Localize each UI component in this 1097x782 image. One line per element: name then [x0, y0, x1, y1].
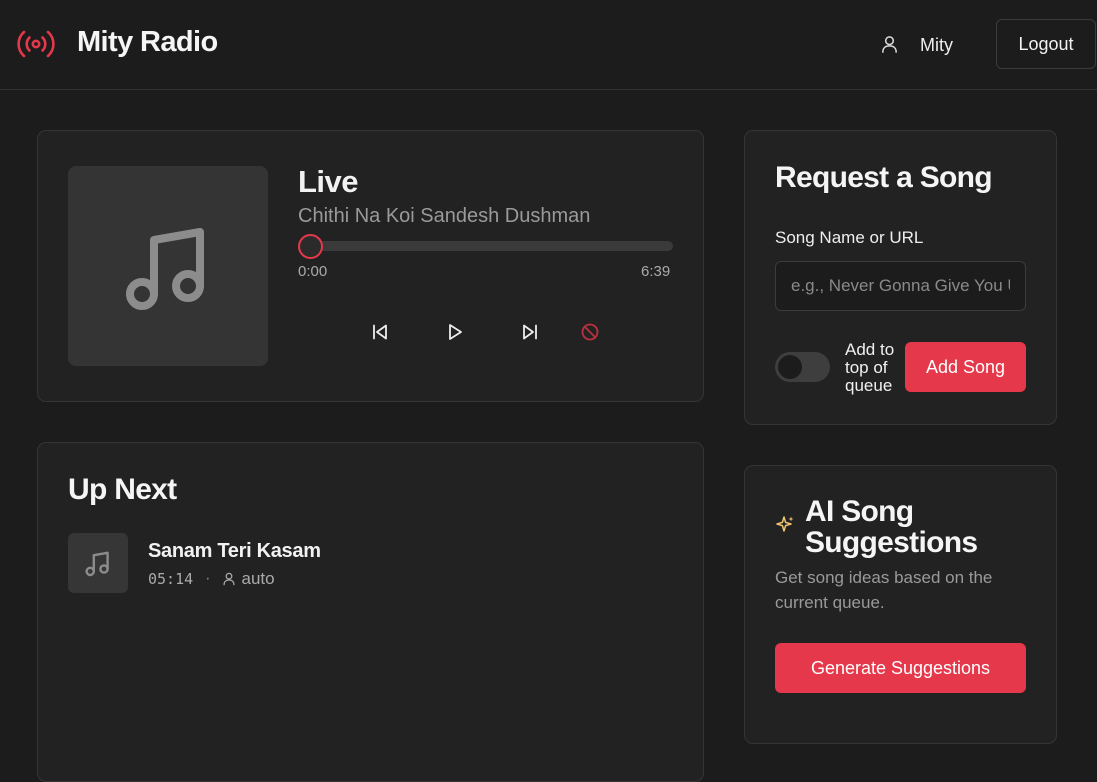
- user-name: Mity: [920, 35, 953, 55]
- ai-heading: AI Song Suggestions: [805, 495, 978, 559]
- generate-suggestions-button[interactable]: Generate Suggestions: [775, 643, 1026, 693]
- skip-song-button[interactable]: [577, 319, 603, 345]
- logout-button[interactable]: Logout: [996, 19, 1096, 69]
- next-button[interactable]: [517, 319, 543, 345]
- queue-thumbnail: [68, 533, 128, 593]
- add-song-button[interactable]: Add Song: [905, 342, 1026, 392]
- app-title: Mity Radio: [77, 26, 218, 58]
- progress-track[interactable]: [310, 241, 673, 251]
- song-input[interactable]: [775, 261, 1026, 311]
- previous-button[interactable]: [367, 319, 393, 345]
- queue-song-meta: 05:14 · auto: [148, 569, 275, 589]
- queue-song-added-by: auto: [241, 569, 275, 588]
- top-of-queue-toggle[interactable]: [775, 352, 830, 382]
- request-heading: Request a Song: [775, 161, 993, 194]
- sparkle-icon: [776, 516, 794, 532]
- meta-separator: ·: [205, 570, 211, 587]
- now-playing-title: Chithi Na Koi Sandesh Dushman: [298, 205, 591, 227]
- now-playing-card: Live Chithi Na Koi Sandesh Dushman 0:00 …: [37, 130, 704, 402]
- music-note-icon: [85, 551, 109, 577]
- app-header: Mity Radio Mity Logout: [0, 0, 1097, 90]
- progress-handle[interactable]: [298, 234, 323, 259]
- radio-broadcast-icon: [17, 30, 55, 58]
- time-total: 6:39: [641, 263, 671, 280]
- request-song-card: Request a Song Song Name or URL Add to t…: [744, 130, 1057, 425]
- live-status: Live: [298, 164, 359, 199]
- music-note-icon: [126, 228, 204, 310]
- ban-icon: [581, 323, 599, 341]
- ai-description: Get song ideas based on the current queu…: [775, 568, 993, 612]
- time-current: 0:00: [298, 263, 328, 280]
- queue-song-title: Sanam Teri Kasam: [148, 540, 321, 562]
- toggle-knob: [778, 355, 802, 379]
- song-field-label: Song Name or URL: [775, 228, 924, 247]
- skip-forward-icon: [523, 324, 537, 340]
- skip-back-icon: [373, 324, 387, 340]
- queue-song-duration: 05:14: [148, 570, 194, 588]
- play-button[interactable]: [442, 319, 468, 345]
- user-icon: [223, 572, 236, 586]
- album-art: [68, 166, 268, 366]
- up-next-card: Up Next Sanam Teri Kasam 05:14 · auto: [37, 442, 704, 782]
- user-icon: [882, 36, 897, 53]
- up-next-heading: Up Next: [68, 473, 177, 506]
- play-icon: [449, 324, 462, 340]
- ai-suggestions-card: AI Song Suggestions Get song ideas based…: [744, 465, 1057, 744]
- toggle-label: Add to top of queue: [845, 340, 895, 395]
